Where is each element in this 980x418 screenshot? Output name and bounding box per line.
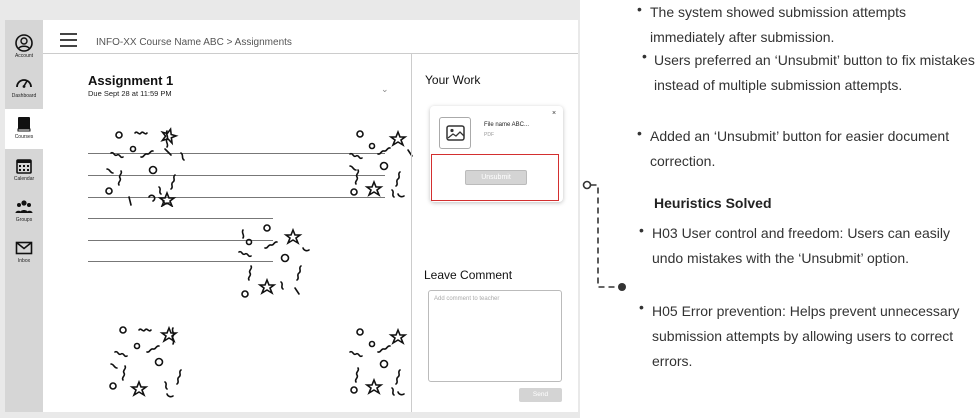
bullet: • [639,222,644,238]
sidebar-item-label: Calendar [13,176,35,182]
confetti-decoration [109,325,182,398]
sidebar-item-label: Dashboard [11,93,37,99]
heuristic-item: H03 User control and freedom: Users can … [652,225,951,266]
breadcrumb[interactable]: INFO-XX Course Name ABC > Assignments [96,37,292,48]
sidebar-item-label: Inbox [17,258,31,264]
design-notes: • The system showed submission attempts … [630,0,980,418]
unsubmit-button[interactable]: Unsubmit [465,170,527,185]
sidebar-item-account[interactable]: Account [5,28,43,68]
heuristics-heading: Heuristics Solved [654,195,772,211]
canvas: Account Dashboard Courses Calendar Group… [0,0,980,418]
assignment-content: Assignment 1 Due Sept 28 at 11:59 PM ⌄ [43,54,413,412]
app-screen: Account Dashboard Courses Calendar Group… [5,20,578,412]
top-bar: INFO-XX Course Name ABC > Assignments [43,20,578,54]
sidebar-item-courses[interactable]: Courses [5,109,43,149]
bullet: • [639,299,644,315]
text-placeholder-line [88,218,273,219]
file-type: PDF [484,132,494,138]
inbox-icon [15,241,33,255]
dashboard-icon [16,79,32,88]
calendar-icon [16,159,32,174]
note-bullet: Added an ‘Unsubmit’ button for easier do… [650,128,950,169]
sidebar-item-label: Groups [15,217,33,223]
sidebar-item-label: Account [14,53,34,59]
sidebar-item-calendar[interactable]: Calendar [5,151,43,191]
connector-line [582,180,626,291]
confetti-decoration [349,327,408,396]
heuristic-item: H05 Error prevention: Helps prevent unne… [652,303,960,369]
account-icon [15,34,33,52]
groups-icon [15,200,33,213]
sidebar-item-label: Courses [14,134,34,140]
bullet: • [637,1,642,17]
sidebar-item-inbox[interactable]: Inbox [5,233,43,273]
sidebar: Account Dashboard Courses Calendar Group… [5,20,43,412]
image-file-icon [439,117,471,149]
sidebar-item-dashboard[interactable]: Dashboard [5,68,43,108]
hamburger-menu-icon[interactable] [60,33,77,47]
note-bullet: Users preferred an ‘Unsubmit’ button to … [654,52,975,93]
send-button[interactable]: Send [519,388,562,402]
submission-panel: Your Work File name ABC... PDF × Unsubmi… [412,54,578,412]
assignment-title: Assignment 1 [88,73,174,88]
leave-comment-heading: Leave Comment [424,268,513,282]
note-bullet: The system showed submission attempts im… [650,4,906,45]
chevron-down-icon[interactable]: ⌄ [381,84,389,95]
bullet: • [637,125,642,141]
comment-textarea[interactable]: Add comment to teacher [428,290,562,382]
confetti-decoration [349,129,413,198]
courses-icon [17,117,31,132]
file-name[interactable]: File name ABC... [484,122,529,128]
sidebar-item-groups[interactable]: Groups [5,192,43,232]
your-work-heading: Your Work [425,73,481,87]
close-icon[interactable]: × [552,110,556,117]
confetti-decoration [105,127,185,207]
mockup-frame: Account Dashboard Courses Calendar Group… [0,0,580,418]
bullet: • [642,48,647,64]
confetti-decoration [238,224,310,298]
assignment-due-date: Due Sept 28 at 11:59 PM [88,89,172,98]
